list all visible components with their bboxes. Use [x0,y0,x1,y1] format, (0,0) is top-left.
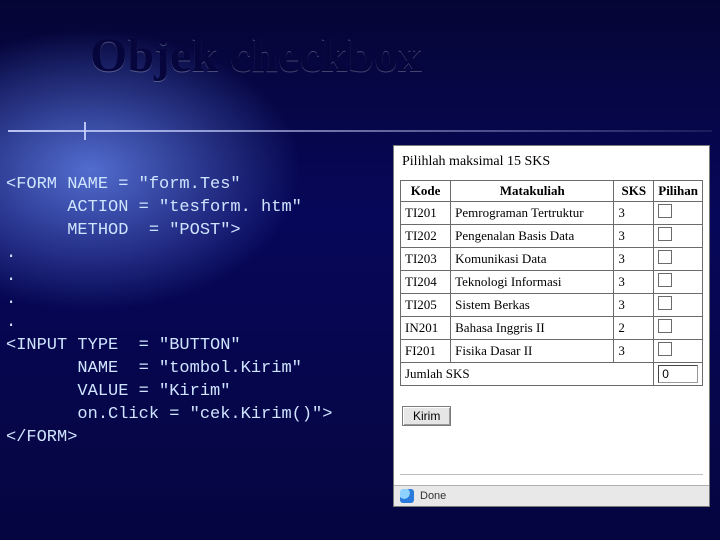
cell-pilihan [654,271,703,294]
cell-pilihan [654,340,703,363]
code-block: <FORM NAME = "form.Tes" ACTION = "tesfor… [6,173,386,449]
form-preview-panel: Pilihlah maksimal 15 SKS Kode Matakuliah… [393,145,710,507]
table-row: TI202Pengenalan Basis Data3 [401,225,703,248]
cell-pilihan [654,248,703,271]
cell-pilihan [654,225,703,248]
instruction-text: Pilihlah maksimal 15 SKS [394,146,709,180]
cell-matakuliah: Pengenalan Basis Data [451,225,614,248]
ie-icon [400,489,414,503]
cell-pilihan [654,202,703,225]
sum-value-input[interactable]: 0 [658,365,698,383]
checkbox-icon[interactable] [658,227,672,241]
cell-matakuliah: Teknologi Informasi [451,271,614,294]
table-row: TI203Komunikasi Data3 [401,248,703,271]
checkbox-icon[interactable] [658,250,672,264]
checkbox-icon[interactable] [658,342,672,356]
cell-kode: TI202 [401,225,451,248]
cell-kode: TI201 [401,202,451,225]
cell-sks: 3 [614,340,654,363]
th-pilihan: Pilihan [654,181,703,202]
cell-sks: 3 [614,202,654,225]
cell-kode: TI203 [401,248,451,271]
table-row: FI201Fisika Dasar II3 [401,340,703,363]
status-bar: Done [394,485,709,506]
panel-divider [400,474,703,475]
cell-kode: TI205 [401,294,451,317]
sum-row: Jumlah SKS 0 [401,363,703,386]
th-sks: SKS [614,181,654,202]
sum-label: Jumlah SKS [401,363,654,386]
page-title: Objek checkbox [90,28,422,83]
cell-pilihan [654,317,703,340]
checkbox-icon[interactable] [658,204,672,218]
cell-kode: FI201 [401,340,451,363]
checkbox-icon[interactable] [658,296,672,310]
table-row: TI201Pemrograman Tertruktur3 [401,202,703,225]
table-row: IN201Bahasa Inggris II2 [401,317,703,340]
hr-under-title [8,130,712,132]
checkbox-icon[interactable] [658,273,672,287]
kirim-button[interactable]: Kirim [402,406,451,426]
table-row: TI204Teknologi Informasi3 [401,271,703,294]
checkbox-icon[interactable] [658,319,672,333]
status-text: Done [420,490,446,502]
cell-sks: 3 [614,248,654,271]
cell-matakuliah: Sistem Berkas [451,294,614,317]
cell-sks: 3 [614,271,654,294]
cell-kode: IN201 [401,317,451,340]
table-header-row: Kode Matakuliah SKS Pilihan [401,181,703,202]
cell-sks: 2 [614,317,654,340]
cell-matakuliah: Bahasa Inggris II [451,317,614,340]
course-table: Kode Matakuliah SKS Pilihan TI201Pemrogr… [400,180,703,386]
cell-matakuliah: Komunikasi Data [451,248,614,271]
tick-mark [84,122,86,140]
cell-pilihan [654,294,703,317]
sum-value-cell: 0 [654,363,703,386]
cell-matakuliah: Fisika Dasar II [451,340,614,363]
table-row: TI205Sistem Berkas3 [401,294,703,317]
cell-matakuliah: Pemrograman Tertruktur [451,202,614,225]
th-kode: Kode [401,181,451,202]
cell-sks: 3 [614,294,654,317]
th-matakuliah: Matakuliah [451,181,614,202]
cell-sks: 3 [614,225,654,248]
cell-kode: TI204 [401,271,451,294]
